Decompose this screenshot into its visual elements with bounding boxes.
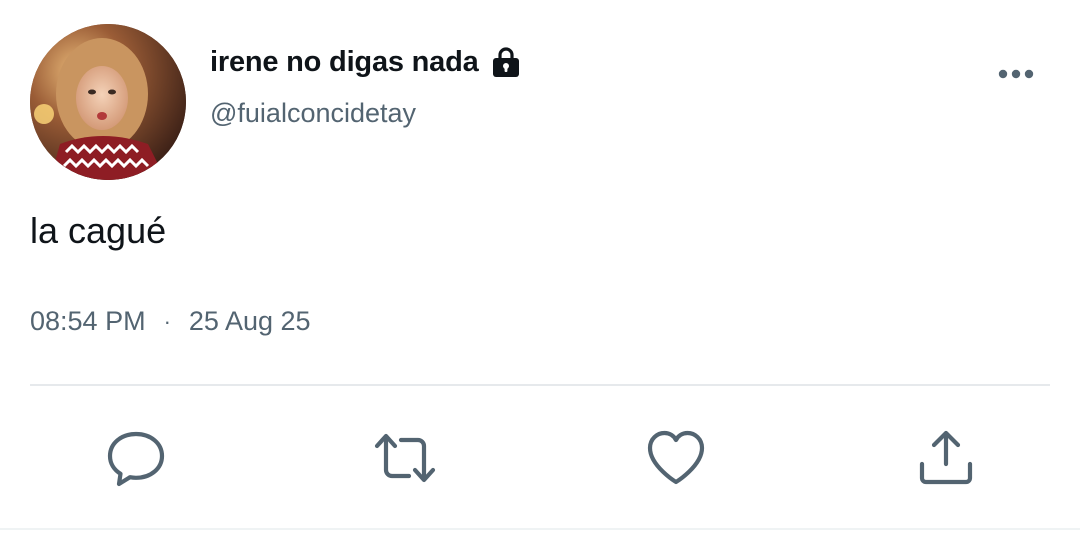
reply-bubble-icon (107, 431, 165, 487)
divider (30, 384, 1050, 386)
avatar[interactable] (30, 24, 186, 180)
like-button[interactable] (644, 426, 708, 490)
retweet-button[interactable] (373, 426, 437, 490)
reply-button[interactable] (104, 426, 168, 490)
bottom-divider (0, 528, 1080, 530)
lock-icon (489, 45, 523, 79)
display-name-row: irene no digas nada (210, 38, 523, 86)
more-options-icon[interactable] (996, 62, 1036, 86)
avatar-photo (30, 24, 186, 180)
meta-separator: · (163, 308, 171, 334)
user-handle[interactable]: @fuialconcidetay (210, 98, 416, 129)
tweet-card: irene no digas nada @fuialconcidetay la … (0, 0, 1080, 549)
tweet-date: 25 Aug 25 (188, 306, 311, 336)
action-bar (0, 426, 1080, 490)
heart-icon (647, 430, 705, 485)
tweet-timestamp[interactable]: 08:54 PM · 25 Aug 25 (30, 306, 311, 337)
retweet-icon (374, 433, 436, 483)
tweet-time: 08:54 PM (30, 306, 146, 336)
tweet-text: la cagué (30, 210, 167, 251)
display-name[interactable]: irene no digas nada (210, 46, 479, 79)
share-button[interactable] (914, 426, 978, 490)
share-upload-icon (919, 430, 973, 485)
